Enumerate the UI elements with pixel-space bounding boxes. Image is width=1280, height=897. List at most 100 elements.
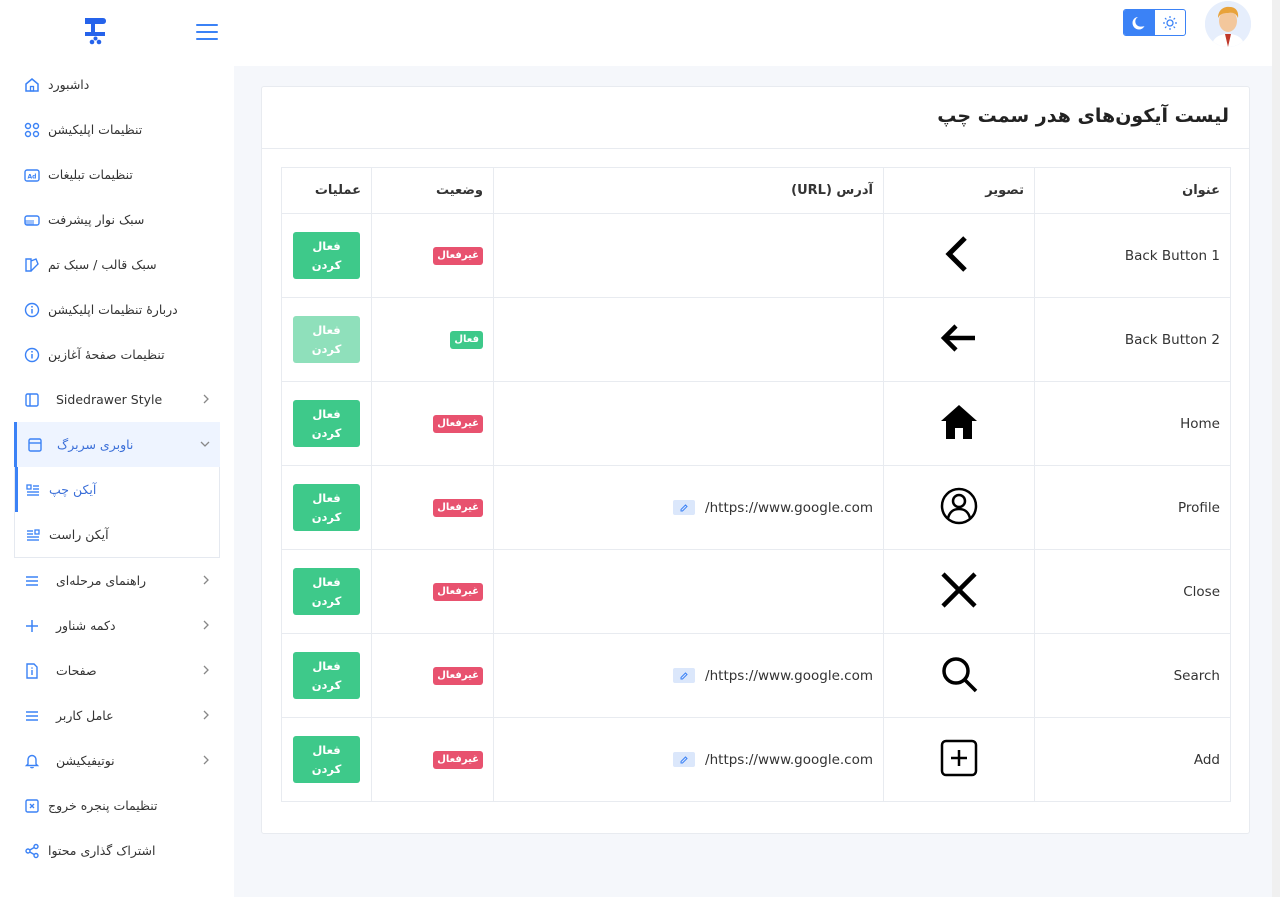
sidebar-item-label: سبک قالب / سبک تم (48, 257, 157, 272)
row-image-cell (883, 633, 1035, 718)
sidebar-item-app-settings[interactable]: تنظیمات اپلیکیشن (0, 107, 234, 152)
status-badge: غیرفعال (433, 583, 483, 601)
sidebar-item-label: دکمه شناور (56, 618, 116, 633)
table-row: Home غیرفعال فعال کردن (281, 381, 1231, 466)
browser-window-icon (25, 435, 45, 455)
sidebar-item-label: راهنمای مرحله‌ای (56, 573, 147, 588)
chevron-right-icon (203, 710, 209, 720)
sidebar-item-label: نوتیفیکیشن (56, 753, 115, 768)
info-icon (22, 300, 42, 320)
theme-toggle[interactable] (1123, 9, 1186, 36)
row-title: Close (1034, 549, 1231, 634)
status-badge: غیرفعال (433, 499, 483, 517)
user-avatar[interactable] (1205, 1, 1251, 47)
activate-button[interactable]: فعال کردن (293, 400, 360, 447)
page-title: لیست آیکون‌های هدر سمت چپ (937, 105, 1229, 127)
theme-icon (22, 255, 42, 275)
row-title: Search (1034, 633, 1231, 718)
brand-logo-icon[interactable] (83, 14, 109, 46)
row-ops-cell: فعال کردن (281, 633, 372, 718)
row-image-cell (883, 213, 1035, 298)
top-bar (234, 0, 1280, 66)
row-title: Profile (1034, 465, 1231, 550)
sidebar-item-label: صفحات (56, 663, 97, 678)
status-badge: غیرفعال (433, 415, 483, 433)
column-header-url: آدرس (URL) (493, 167, 884, 214)
home-icon (22, 75, 42, 95)
row-image-cell (883, 465, 1035, 550)
activate-button[interactable]: فعال کردن (293, 736, 360, 783)
edit-url-icon[interactable] (673, 668, 696, 683)
row-status-cell: غیرفعال (371, 213, 494, 298)
sidebar-item-header-navigation[interactable]: ناوبری سربرگ (14, 422, 220, 467)
sidebar-item-pages[interactable]: صفحات (0, 648, 234, 693)
arrow-left-icon (940, 323, 975, 352)
sidebar-item-user-agent[interactable]: عامل کاربر (0, 693, 234, 738)
sidebar-item-label: تنظیمات تبلیغات (48, 167, 133, 182)
row-url-cell (493, 549, 884, 634)
submenu-item-label: آیکن چپ (49, 482, 97, 497)
sidebar-item-about-settings[interactable]: دربارهٔ تنظیمات اپلیکیشن (0, 287, 234, 332)
ad-icon: Ad (22, 165, 42, 185)
sidebar-header (0, 0, 234, 64)
card-header: لیست آیکون‌های هدر سمت چپ (262, 87, 1249, 149)
sidebar-item-label: اشتراک گذاری محتوا (48, 843, 156, 858)
row-status-cell: غیرفعال (371, 465, 494, 550)
submenu-item-right-icon[interactable]: آیکن راست (15, 512, 219, 557)
sidebar-item-label: داشبورد (48, 77, 90, 92)
table-row: Search https://www.google.com/ غیرفعال ف… (281, 633, 1231, 718)
chevron-right-icon (203, 575, 209, 585)
row-ops-cell: فعال کردن (281, 717, 372, 802)
sidebar-item-floating-button[interactable]: دکمه شناور (0, 603, 234, 648)
table-row: Add https://www.google.com/ غیرفعال فعال… (281, 717, 1231, 802)
table-header-row: عنوان تصویر آدرس (URL) وضعیت عملیات (281, 167, 1231, 214)
activate-button[interactable]: فعال کردن (293, 316, 360, 363)
sidebar-item-ads[interactable]: Ad تنظیمات تبلیغات (0, 152, 234, 197)
table-row: Back Button 2 فعال فعال کردن (281, 297, 1231, 382)
icons-table: عنوان تصویر آدرس (URL) وضعیت عملیات Back… (281, 167, 1231, 802)
page-scrollbar[interactable] (1272, 0, 1280, 897)
activate-button[interactable]: فعال کردن (293, 484, 360, 531)
search-icon (942, 656, 978, 692)
activate-button[interactable]: فعال کردن (293, 568, 360, 615)
svg-text:Ad: Ad (28, 174, 37, 181)
row-title: Add (1034, 717, 1231, 802)
apps-icon (22, 120, 42, 140)
sidebar-item-exit-window[interactable]: تنظیمات پنجره خروج (0, 783, 234, 828)
sidebar-item-label: تنظیمات پنجره خروج (48, 798, 158, 813)
share-icon (22, 841, 42, 861)
activate-button[interactable]: فعال کردن (293, 652, 360, 699)
sidebar-item-walkthrough[interactable]: راهنمای مرحله‌ای (0, 558, 234, 603)
row-image-cell (883, 381, 1035, 466)
light-mode-button[interactable] (1155, 10, 1186, 35)
sidebar-item-label: سبک نوار پیشرفت (48, 212, 145, 227)
menu-toggle-button[interactable] (196, 24, 218, 40)
sidebar-menu: داشبورد تنظیمات اپلیکیشن Ad تنظیمات تبلی… (0, 62, 234, 873)
sidebar-item-content-sharing[interactable]: اشتراک گذاری محتوا (0, 828, 234, 873)
sidebar-item-label: Sidedrawer Style (56, 392, 163, 407)
row-ops-cell: فعال کردن (281, 297, 372, 382)
submenu-item-left-icon[interactable]: آیکن چپ (15, 467, 219, 512)
left-header-icons-card: لیست آیکون‌های هدر سمت چپ عنوان تصویر آد… (261, 86, 1250, 834)
activate-button[interactable]: فعال کردن (293, 232, 360, 279)
row-url[interactable]: https://www.google.com/ (705, 500, 873, 516)
status-badge: فعال (450, 331, 483, 349)
sidebar-item-theme-style[interactable]: سبک قالب / سبک تم (0, 242, 234, 287)
sidebar-item-dashboard[interactable]: داشبورد (0, 62, 234, 107)
sidebar-item-label: تنظیمات صفحهٔ آغازین (48, 347, 165, 362)
dark-mode-button[interactable] (1124, 10, 1155, 35)
row-title: Back Button 1 (1034, 213, 1231, 298)
sidebar-item-notification[interactable]: نوتیفیکیشن (0, 738, 234, 783)
row-url-cell (493, 213, 884, 298)
sidebar-item-sidedrawer-style[interactable]: Sidedrawer Style (0, 377, 234, 422)
bell-icon (22, 751, 42, 771)
row-url-cell: https://www.google.com/ (493, 465, 884, 550)
edit-url-icon[interactable] (673, 752, 696, 767)
edit-url-icon[interactable] (673, 500, 696, 515)
sidebar-item-progress-style[interactable]: سبک نوار پیشرفت (0, 197, 234, 242)
sidebar-item-splash-settings[interactable]: تنظیمات صفحهٔ آغازین (0, 332, 234, 377)
row-url[interactable]: https://www.google.com/ (705, 752, 873, 768)
chevron-down-icon (200, 441, 210, 447)
row-url-cell: https://www.google.com/ (493, 633, 884, 718)
row-url[interactable]: https://www.google.com/ (705, 668, 873, 684)
